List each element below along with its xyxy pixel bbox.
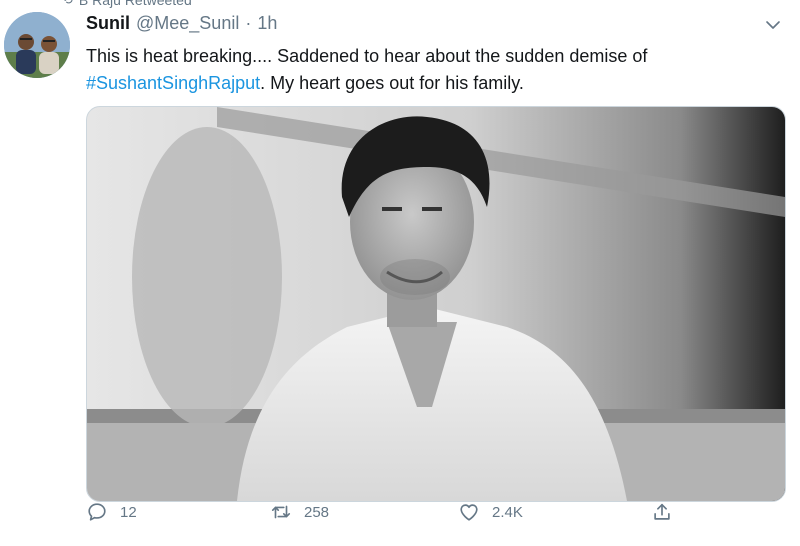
retweet-banner[interactable]: ⟲ B Raju Retweeted <box>62 0 192 8</box>
retweet-button[interactable]: 258 <box>270 501 329 523</box>
like-icon <box>460 504 478 521</box>
tweet-header: Sunil @Mee_Sunil · 1h <box>86 13 277 34</box>
reply-button[interactable]: 12 <box>86 501 137 523</box>
retweet-icon: ⟲ <box>62 0 73 8</box>
avatar[interactable] <box>4 12 70 78</box>
retweet-banner-text: B Raju Retweeted <box>78 0 192 8</box>
like-count: 2.4K <box>492 503 523 521</box>
reply-icon <box>88 503 106 521</box>
retweet-count: 258 <box>304 503 330 521</box>
chevron-down-icon[interactable] <box>764 16 782 34</box>
hashtag-link[interactable]: #SushantSinghRajput <box>86 73 260 93</box>
avatar-image <box>4 12 70 78</box>
tweet-text-after: . My heart goes out for his family. <box>260 73 524 93</box>
share-icon <box>654 503 670 520</box>
tweet-time[interactable]: 1h <box>257 13 277 34</box>
author-name[interactable]: Sunil <box>86 13 130 34</box>
tweet-text: This is heat breaking.... Saddened to he… <box>86 43 786 97</box>
tweet-photo[interactable] <box>86 106 786 502</box>
photo-image <box>87 107 785 501</box>
separator: · <box>245 13 252 33</box>
author-handle[interactable]: @Mee_Sunil <box>136 13 239 34</box>
like-button[interactable]: 2.4K <box>458 501 523 523</box>
share-button[interactable] <box>651 501 673 523</box>
tweet-text-before: This is heat breaking.... Saddened to he… <box>86 46 648 66</box>
retweet-icon <box>271 505 291 519</box>
reply-count: 12 <box>120 503 137 521</box>
